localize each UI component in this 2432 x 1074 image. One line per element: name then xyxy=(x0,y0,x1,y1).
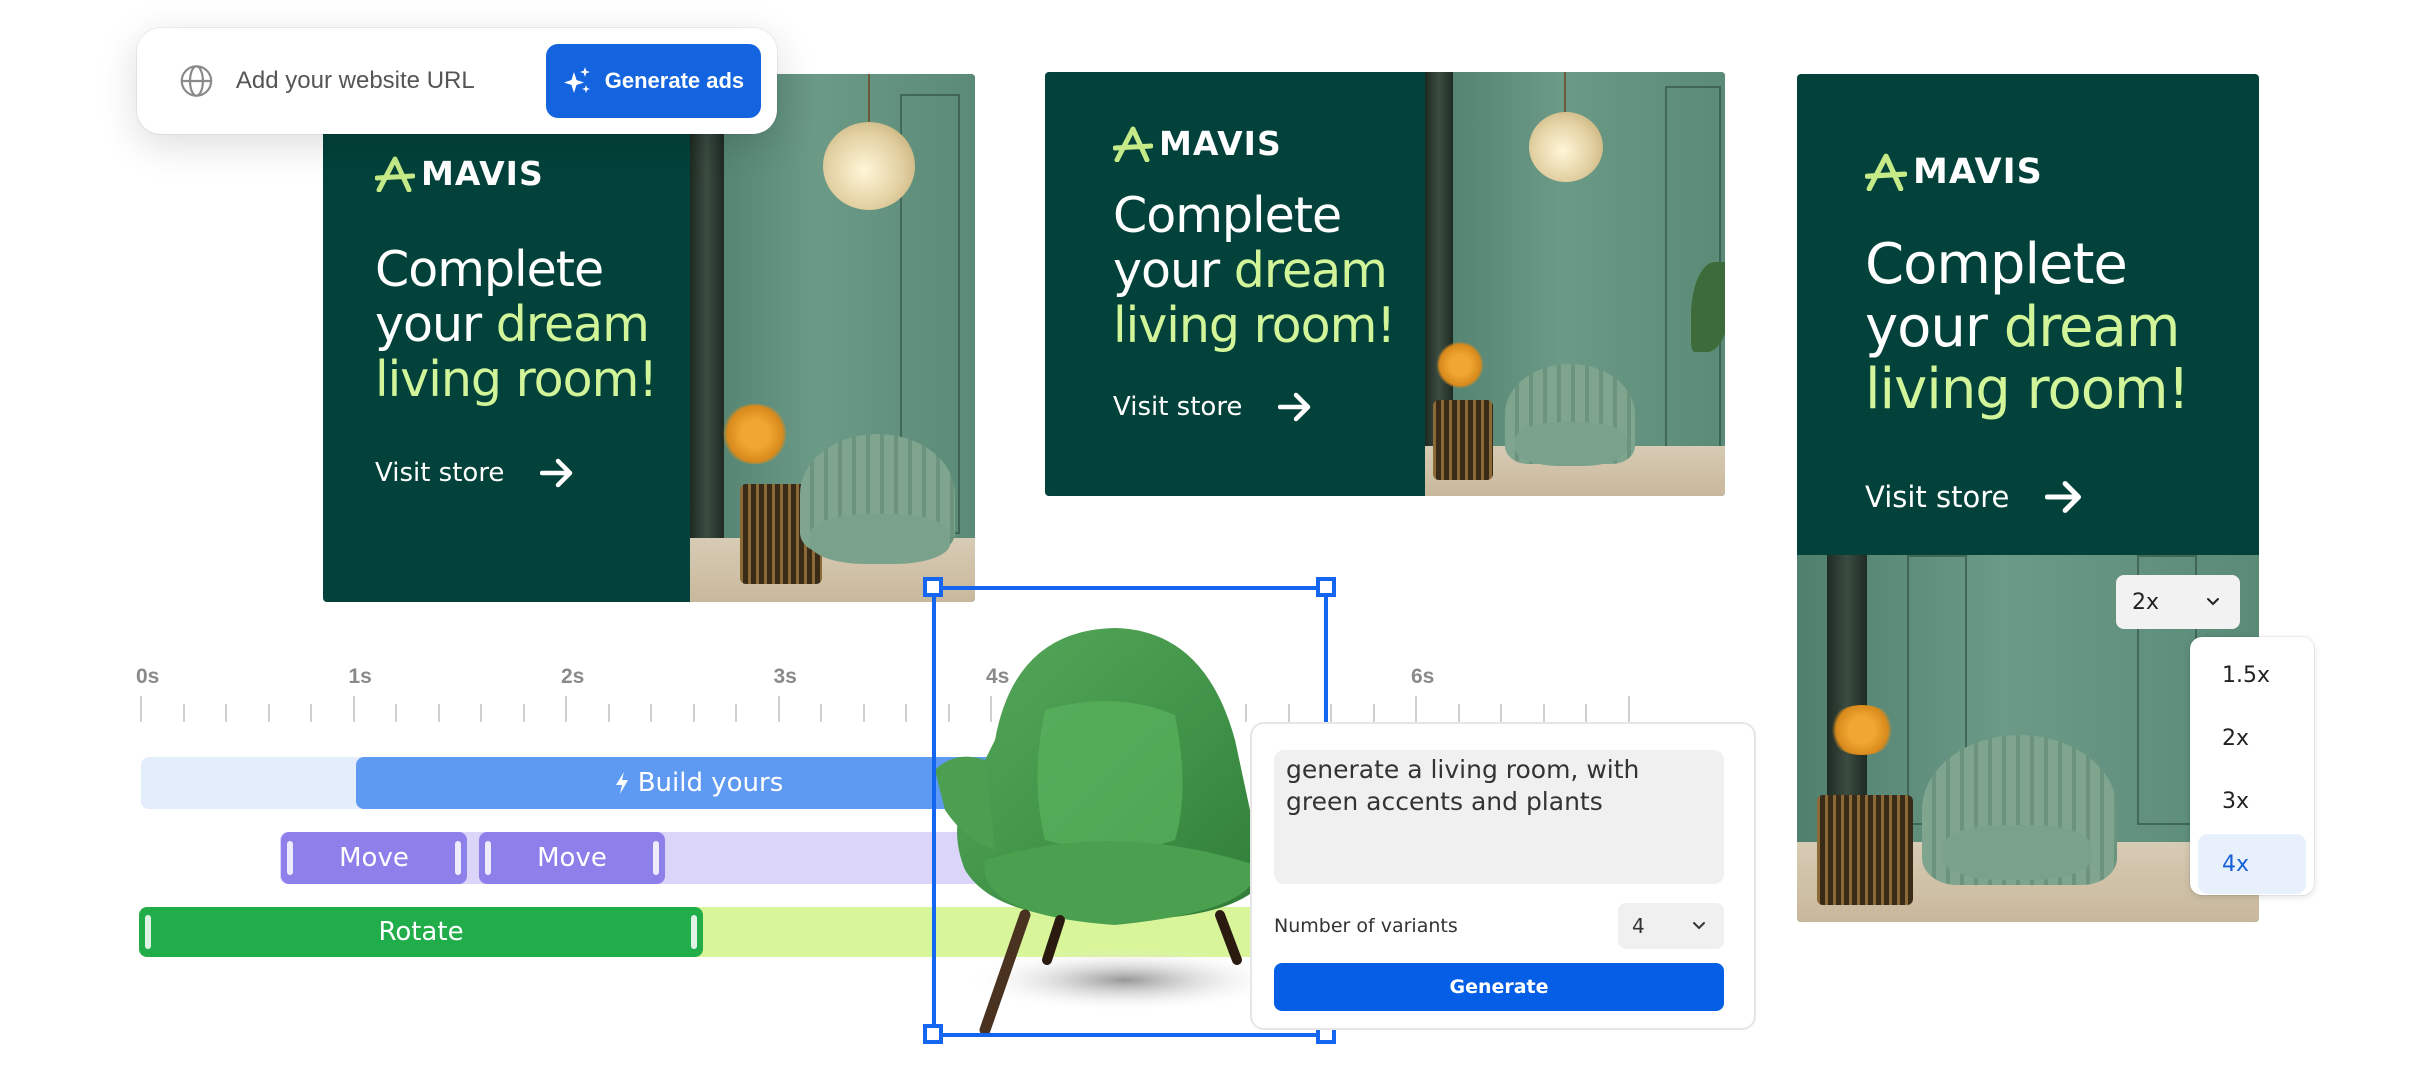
move-clip-1[interactable]: Move xyxy=(281,832,467,884)
time-tick-label: 1s xyxy=(348,665,372,688)
minor-tick xyxy=(267,704,270,722)
scale-option[interactable]: 2x xyxy=(2198,708,2306,768)
arrow-right-icon xyxy=(1278,392,1311,421)
minor-tick xyxy=(395,704,397,722)
ad-headline: Complete your dream living room! xyxy=(1113,187,1396,354)
brand-logo: MAVIS xyxy=(1113,124,1395,163)
time-tick-label: 2s xyxy=(561,665,585,688)
selection-border-top xyxy=(934,586,1326,590)
variants-label: Number of variants xyxy=(1274,915,1458,937)
chevron-down-icon xyxy=(2207,598,2219,606)
time-tick-label: 6s xyxy=(1411,665,1435,688)
arrow-right-icon xyxy=(540,458,573,487)
generate-ads-button[interactable]: Generate ads xyxy=(545,44,761,118)
mavis-logo-icon xyxy=(1865,153,1907,191)
minor-tick xyxy=(650,704,652,722)
brand-name: MAVIS xyxy=(1913,152,2043,192)
time-tick-label: 3s xyxy=(773,665,797,688)
scale-select[interactable]: 2x xyxy=(2116,575,2240,629)
major-tick xyxy=(1415,696,1417,722)
minor-tick xyxy=(862,704,865,722)
brand-name: MAVIS xyxy=(1159,124,1282,163)
visit-store-link[interactable]: Visit store xyxy=(375,458,657,488)
resize-handle-bottom-left[interactable] xyxy=(923,1024,943,1044)
minor-tick xyxy=(522,704,525,722)
globe-icon xyxy=(180,65,213,97)
ad-preview-square[interactable]: MAVIS Complete your dream living room! V… xyxy=(323,74,975,602)
brand-name: MAVIS xyxy=(421,154,544,193)
green-armchair-image[interactable] xyxy=(935,620,1295,1040)
major-tick xyxy=(140,696,142,722)
major-tick xyxy=(777,696,780,722)
minor-tick xyxy=(182,704,185,722)
minor-tick xyxy=(1542,704,1545,722)
lightning-icon xyxy=(615,772,628,794)
major-tick xyxy=(1627,696,1630,722)
major-tick xyxy=(352,696,355,722)
url-bar: Generate ads xyxy=(137,28,777,134)
mavis-logo-icon xyxy=(375,156,415,192)
resize-handle-top-left[interactable] xyxy=(923,577,943,597)
move-clip-2[interactable]: Move xyxy=(479,832,665,884)
scale-option[interactable]: 3x xyxy=(2198,771,2306,831)
selection-border-bottom xyxy=(934,1033,1326,1037)
brand-logo: MAVIS xyxy=(1865,152,2189,192)
ad-preview-landscape[interactable]: MAVIS Complete your dream living room! V… xyxy=(1045,72,1725,496)
room-photo xyxy=(1425,72,1725,496)
brand-logo: MAVIS xyxy=(375,154,657,193)
minor-tick xyxy=(310,704,312,722)
minor-tick xyxy=(735,704,737,722)
minor-tick xyxy=(607,704,610,722)
minor-tick xyxy=(225,704,227,722)
minor-tick xyxy=(820,704,822,722)
selection-border-left xyxy=(932,586,936,1036)
minor-tick xyxy=(1585,704,1587,722)
minor-tick xyxy=(692,704,695,722)
minor-tick xyxy=(1330,704,1332,722)
generate-button[interactable]: Generate xyxy=(1274,963,1724,1011)
mavis-logo-icon xyxy=(1113,126,1153,162)
variants-select[interactable]: 4 xyxy=(1618,903,1724,949)
time-tick-label: 0s xyxy=(136,665,160,688)
ad-headline: Complete your dream living room! xyxy=(375,241,658,408)
scale-options-menu: 1.5x 2x 3x 4x xyxy=(2190,637,2314,895)
minor-tick xyxy=(1372,704,1375,722)
prompt-input[interactable] xyxy=(1274,750,1724,884)
minor-tick xyxy=(437,704,440,722)
minor-tick xyxy=(905,704,907,722)
minor-tick xyxy=(1500,704,1502,722)
arrow-right-icon xyxy=(2045,481,2082,514)
room-photo xyxy=(690,74,975,602)
scale-option[interactable]: 1.5x xyxy=(2198,645,2306,705)
sparkles-icon xyxy=(563,67,590,93)
chevron-down-icon xyxy=(1693,922,1705,930)
scale-option-highlighted[interactable]: 4x xyxy=(2198,834,2306,894)
website-url-input[interactable] xyxy=(235,67,546,95)
rotate-clip[interactable]: Rotate xyxy=(139,907,703,957)
visit-store-link[interactable]: Visit store xyxy=(1113,392,1395,422)
minor-tick xyxy=(480,704,482,722)
resize-handle-top-right[interactable] xyxy=(1316,577,1336,597)
visit-store-link[interactable]: Visit store xyxy=(1865,480,2189,514)
ad-headline: Complete your dream living room! xyxy=(1865,232,2190,423)
image-generation-panel: Number of variants 4 Generate xyxy=(1250,722,1756,1030)
major-tick xyxy=(565,696,567,722)
minor-tick xyxy=(1457,704,1460,722)
